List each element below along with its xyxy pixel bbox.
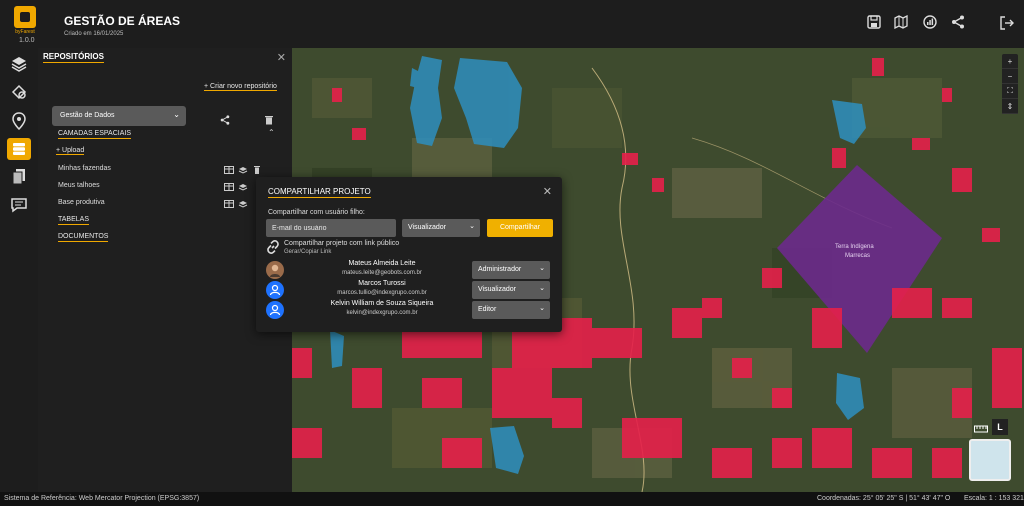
- link-icon[interactable]: [266, 240, 280, 254]
- map-controls: + − ⛶ ⇕: [1002, 54, 1018, 114]
- chevron-down-icon: ⌄: [469, 223, 475, 230]
- repository-select-value: Gestão de Dados: [60, 112, 115, 119]
- user-name: Kelvin William de Souza Siqueira: [330, 300, 434, 307]
- role-select-value: Visualizador: [408, 224, 447, 231]
- zoom-out-button[interactable]: −: [1002, 69, 1018, 84]
- modal-title: COMPARTILHAR PROJETO: [268, 187, 371, 198]
- map-label: Terra Indígena: [835, 244, 874, 250]
- share-repository-icon[interactable]: [220, 112, 230, 125]
- user-role-value: Visualizador: [478, 286, 517, 293]
- trash-icon[interactable]: [264, 112, 274, 125]
- close-icon[interactable]: ✕: [277, 51, 286, 64]
- header-toolbar: [866, 14, 966, 30]
- fullscreen-button[interactable]: ⛶: [1002, 84, 1018, 99]
- chevron-down-icon: ⌄: [173, 110, 180, 119]
- email-input[interactable]: [266, 219, 396, 237]
- logo-mark-icon: [14, 6, 36, 28]
- page-subtitle: Criado em 16/01/2025: [64, 31, 124, 37]
- user-email: mateus.leite@geobots.com.br: [342, 270, 422, 276]
- table-icon[interactable]: [224, 183, 234, 191]
- layer-actions: [224, 183, 248, 191]
- pages-icon[interactable]: [7, 166, 31, 188]
- pin-icon[interactable]: [7, 110, 31, 132]
- layer-actions: [224, 166, 262, 174]
- share-with-label: Compartilhar com usuário filho:: [268, 209, 365, 216]
- database-icon[interactable]: [7, 138, 31, 160]
- coordinates-text: Coordenadas: 25° 05' 25" S | 51° 43' 47"…: [817, 495, 951, 502]
- app-root: byFarest 1.0.0 GESTÃO DE ÁREAS Criado em…: [0, 0, 1024, 506]
- user-role-select[interactable]: Editor ⌄: [472, 301, 550, 319]
- user-name: Marcos Turossi: [358, 280, 406, 287]
- basemap-toggle-button[interactable]: L: [992, 419, 1008, 435]
- page-title: GESTÃO DE ÁREAS: [64, 14, 181, 28]
- draw-icon[interactable]: [7, 81, 31, 103]
- user-role-value: Administrador: [478, 266, 522, 273]
- status-bar: Sistema de Referência: Web Mercator Proj…: [0, 492, 1024, 506]
- user-icon: [266, 281, 284, 299]
- copy-link-text[interactable]: Gerar/Copiar Link: [284, 249, 331, 255]
- section-documents[interactable]: DOCUMENTOS: [58, 233, 109, 242]
- avatar: [266, 261, 284, 279]
- stack-plus-icon[interactable]: [238, 200, 248, 208]
- zoom-in-button[interactable]: +: [1002, 54, 1018, 69]
- user-email: marcos.tullio@indexgrupo.com.br: [337, 290, 427, 296]
- repository-select[interactable]: Gestão de Dados ⌄: [52, 106, 186, 126]
- panel-title: REPOSITÓRIOS: [43, 52, 104, 63]
- basemap-preview[interactable]: [969, 439, 1011, 481]
- layer-actions: [224, 200, 248, 208]
- chevron-down-icon: ⌄: [539, 285, 545, 292]
- layer-item[interactable]: Meus talhoes: [58, 182, 100, 189]
- create-repository-link[interactable]: + Criar novo repositório: [204, 83, 277, 91]
- table-icon[interactable]: [224, 166, 234, 174]
- logout-icon[interactable]: [999, 15, 1015, 31]
- section-tables[interactable]: TABELAS: [58, 216, 89, 225]
- share-icon[interactable]: [950, 14, 966, 30]
- public-link-text[interactable]: Compartilhar projeto com link público: [284, 240, 399, 247]
- chart-icon[interactable]: [922, 14, 938, 30]
- reference-system-text: Sistema de Referência: Web Mercator Proj…: [4, 495, 200, 502]
- chevron-up-icon[interactable]: ⌃: [268, 128, 275, 137]
- user-role-value: Editor: [478, 306, 497, 313]
- top-header: byFarest 1.0.0 GESTÃO DE ÁREAS Criado em…: [0, 0, 1024, 48]
- user-name: Mateus Almeida Leite: [348, 260, 416, 267]
- layer-item[interactable]: Minhas fazendas: [58, 165, 111, 172]
- table-icon[interactable]: [224, 200, 234, 208]
- reset-bearing-button[interactable]: ⇕: [1002, 99, 1018, 114]
- layers-icon[interactable]: [7, 53, 31, 75]
- brand-name: byFarest: [15, 29, 35, 35]
- stack-plus-icon[interactable]: [238, 166, 248, 174]
- layer-item[interactable]: Base produtiva: [58, 199, 105, 206]
- stack-plus-icon[interactable]: [238, 183, 248, 191]
- user-role-select[interactable]: Administrador ⌄: [472, 261, 550, 279]
- upload-link[interactable]: + Upload: [56, 147, 85, 155]
- trash-icon[interactable]: [252, 166, 262, 174]
- chevron-down-icon: ⌄: [539, 265, 545, 272]
- brand-logo[interactable]: byFarest: [10, 6, 40, 35]
- close-icon[interactable]: ✕: [543, 185, 552, 198]
- shared-user-row: Marcos Turossi marcos.tullio@indexgrupo.…: [266, 280, 552, 300]
- chat-icon[interactable]: [7, 194, 31, 216]
- user-email: kelvin@indexgrupo.com.br: [346, 310, 418, 316]
- user-icon: [266, 301, 284, 319]
- share-button[interactable]: Compartilhar: [487, 219, 553, 237]
- role-select[interactable]: Visualizador ⌄: [402, 219, 480, 237]
- share-project-modal: COMPARTILHAR PROJETO ✕ Compartilhar com …: [256, 177, 562, 332]
- repositories-panel: REPOSITÓRIOS ✕ + Criar novo repositório …: [38, 48, 292, 492]
- shared-user-row: Mateus Almeida Leite mateus.leite@geobot…: [266, 260, 552, 280]
- app-version: 1.0.0: [19, 37, 35, 44]
- map-label: Marrecas: [845, 253, 871, 259]
- section-spatial-layers[interactable]: CAMADAS ESPACIAIS: [58, 130, 132, 139]
- save-icon[interactable]: [866, 14, 882, 30]
- chevron-down-icon: ⌄: [539, 305, 545, 312]
- map-signal-icon[interactable]: [894, 14, 910, 30]
- left-rail: [0, 48, 38, 492]
- shared-user-row: Kelvin William de Souza Siqueira kelvin@…: [266, 300, 552, 320]
- user-role-select[interactable]: Visualizador ⌄: [472, 281, 550, 299]
- scale-text: Escala: 1 : 153 321: [964, 495, 1024, 502]
- ruler-icon[interactable]: [974, 424, 988, 434]
